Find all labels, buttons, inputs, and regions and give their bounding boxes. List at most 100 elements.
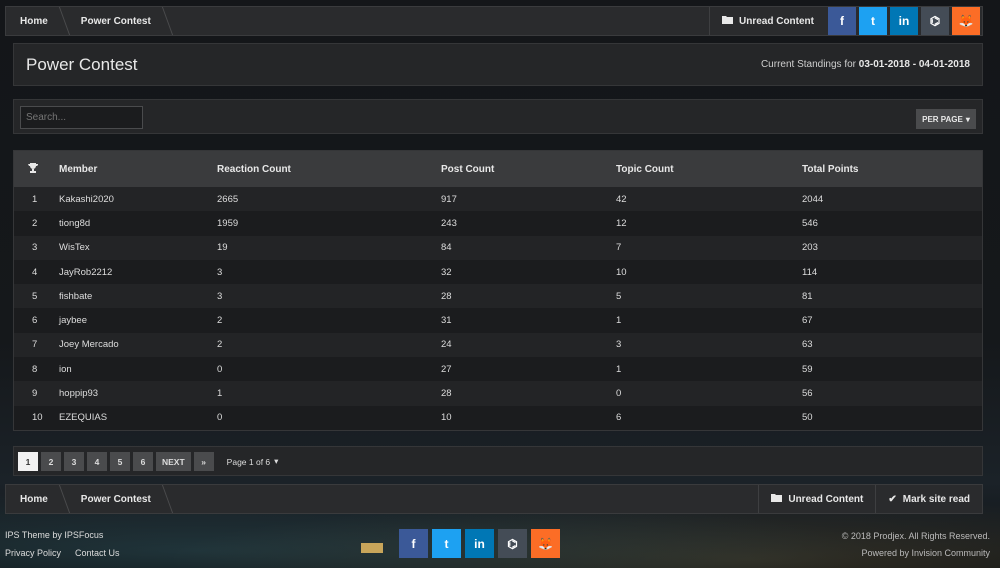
table-row: 5 fishbate 3 28 5 81 xyxy=(14,284,982,309)
standings-prefix: Current Standings for xyxy=(760,59,857,70)
total-points-column-header[interactable]: Total Points xyxy=(802,151,982,187)
twitter-icon[interactable]: t xyxy=(432,529,461,558)
member-cell[interactable]: JayRob2212 xyxy=(59,260,217,284)
member-cell[interactable]: EZEQUIAS xyxy=(59,406,217,430)
page-6-button[interactable]: 6 xyxy=(133,452,153,471)
table-body: 1 Kakashi2020 2665 917 42 2044 2 tiong8d 1959 243… xyxy=(14,187,982,430)
pagination: 1 2 3 4 5 6 NEXT » Page 1 of 6 ▾ xyxy=(18,452,278,471)
gitlab-icon[interactable]: 🦊 xyxy=(531,529,560,558)
page-of-label: Page 1 of 6 xyxy=(226,456,271,467)
facebook-icon[interactable]: f xyxy=(399,529,428,558)
reaction-count-cell: 2 xyxy=(217,315,223,327)
folder-icon xyxy=(722,15,733,27)
post-count-cell: 27 xyxy=(441,363,452,375)
reaction-count-cell: 1959 xyxy=(217,217,239,229)
member-cell[interactable]: jaybee xyxy=(59,308,217,332)
page-jump-dropdown[interactable]: Page 1 of 6 ▾ xyxy=(227,456,279,467)
top-navigation-bar: Home Power Contest Unread Content f t in… xyxy=(5,6,983,36)
standings-range: 03-01-2018 - 04-01-2018 xyxy=(858,59,970,70)
unread-content-button[interactable]: Unread Content xyxy=(758,485,875,513)
reaction-count-column-header[interactable]: Reaction Count xyxy=(217,151,441,187)
total-points-cell: 67 xyxy=(802,315,813,327)
table-row: 2 tiong8d 1959 243 12 546 xyxy=(14,211,982,236)
topic-count-cell: 6 xyxy=(616,412,622,424)
post-count-cell: 24 xyxy=(441,339,452,351)
privacy-policy-link[interactable]: Privacy Policy xyxy=(5,548,61,558)
table-header-row: Member Reaction Count Post Count Topic C… xyxy=(14,151,982,187)
topic-count-cell: 10 xyxy=(616,266,627,278)
member-cell[interactable]: Joey Mercado xyxy=(59,333,217,357)
powered-by-link[interactable]: Powered by Invision Community xyxy=(861,548,990,558)
table-row: 7 Joey Mercado 2 24 3 63 xyxy=(14,332,982,358)
member-cell[interactable]: fishbate xyxy=(59,284,217,308)
post-count-cell: 10 xyxy=(441,412,452,424)
topic-count-cell: 12 xyxy=(616,217,627,229)
post-count-cell: 917 xyxy=(441,193,457,205)
page-1-button[interactable]: 1 xyxy=(18,452,38,471)
rank-cell: 3 xyxy=(32,242,38,254)
footer-social-links: f t in ⌬ 🦊 xyxy=(361,529,560,558)
github-icon[interactable]: ⌬ xyxy=(498,529,527,558)
page-4-button[interactable]: 4 xyxy=(87,452,107,471)
gitlab-icon[interactable]: 🦊 xyxy=(952,7,980,35)
search-input[interactable] xyxy=(20,106,143,129)
unread-content-label: Unread Content xyxy=(788,493,864,505)
twitter-icon[interactable]: t xyxy=(859,7,887,35)
unread-content-button[interactable]: Unread Content xyxy=(709,7,826,35)
member-cell[interactable]: Kakashi2020 xyxy=(59,187,217,211)
rank-cell: 5 xyxy=(32,290,38,302)
post-count-cell: 31 xyxy=(441,315,452,327)
member-cell[interactable]: WisTex xyxy=(59,236,217,260)
copyright-text: © 2018 Prodjex. All Rights Reserved. xyxy=(841,531,990,541)
post-count-cell: 28 xyxy=(441,388,452,400)
total-points-cell: 63 xyxy=(802,339,813,351)
rank-cell: 4 xyxy=(32,266,38,278)
linkedin-icon[interactable]: in xyxy=(890,7,918,35)
linkedin-icon[interactable]: in xyxy=(465,529,494,558)
total-points-cell: 56 xyxy=(802,388,813,400)
table-row: 3 WisTex 19 84 7 203 xyxy=(14,235,982,260)
page-5-button[interactable]: 5 xyxy=(110,452,130,471)
breadcrumb-home[interactable]: Home xyxy=(6,485,62,513)
member-cell[interactable]: tiong8d xyxy=(59,211,217,235)
pagination-panel: 1 2 3 4 5 6 NEXT » Page 1 of 6 ▾ xyxy=(13,446,983,476)
breadcrumb-home[interactable]: Home xyxy=(6,7,62,35)
github-icon[interactable]: ⌬ xyxy=(921,7,949,35)
rank-cell: 1 xyxy=(32,193,38,205)
member-cell[interactable]: ion xyxy=(59,357,217,381)
theme-credit[interactable]: IPS Theme by IPSFocus xyxy=(5,530,103,540)
rank-column-header xyxy=(14,151,59,187)
breadcrumb-current[interactable]: Power Contest xyxy=(67,485,165,513)
next-page-button[interactable]: NEXT xyxy=(156,452,191,471)
table-row: 4 JayRob2212 3 32 10 114 xyxy=(14,259,982,285)
total-points-cell: 114 xyxy=(802,266,818,278)
topic-count-column-header[interactable]: Topic Count xyxy=(616,151,802,187)
reaction-count-cell: 3 xyxy=(217,290,223,302)
topic-count-cell: 1 xyxy=(616,363,622,375)
breadcrumb-current[interactable]: Power Contest xyxy=(67,7,165,35)
shield-icon xyxy=(361,542,383,553)
rank-cell: 8 xyxy=(32,363,38,375)
page-3-button[interactable]: 3 xyxy=(64,452,84,471)
post-count-column-header[interactable]: Post Count xyxy=(441,151,616,187)
reaction-count-cell: 0 xyxy=(217,363,223,375)
topic-count-cell: 42 xyxy=(616,193,627,205)
page-2-button[interactable]: 2 xyxy=(41,452,61,471)
topic-count-cell: 0 xyxy=(616,388,622,400)
reaction-count-cell: 3 xyxy=(217,266,223,278)
last-page-button[interactable]: » xyxy=(193,452,214,471)
table-row: 1 Kakashi2020 2665 917 42 2044 xyxy=(14,187,982,212)
facebook-icon[interactable]: f xyxy=(828,7,856,35)
mark-site-read-button[interactable]: ✔ Mark site read xyxy=(875,485,982,513)
folder-icon xyxy=(771,493,783,505)
member-cell[interactable]: hoppip93 xyxy=(59,381,217,405)
contact-us-link[interactable]: Contact Us xyxy=(75,548,120,558)
page-title: Power Contest xyxy=(26,54,138,74)
member-column-header[interactable]: Member xyxy=(59,151,217,187)
leaderboard-table: Member Reaction Count Post Count Topic C… xyxy=(14,151,982,430)
table-row: 8 ion 0 27 1 59 xyxy=(14,357,982,382)
per-page-dropdown[interactable]: PER PAGE ▾ xyxy=(916,109,976,129)
trophy-icon xyxy=(28,162,38,176)
reaction-count-cell: 0 xyxy=(217,412,223,424)
topic-count-cell: 5 xyxy=(616,290,622,302)
